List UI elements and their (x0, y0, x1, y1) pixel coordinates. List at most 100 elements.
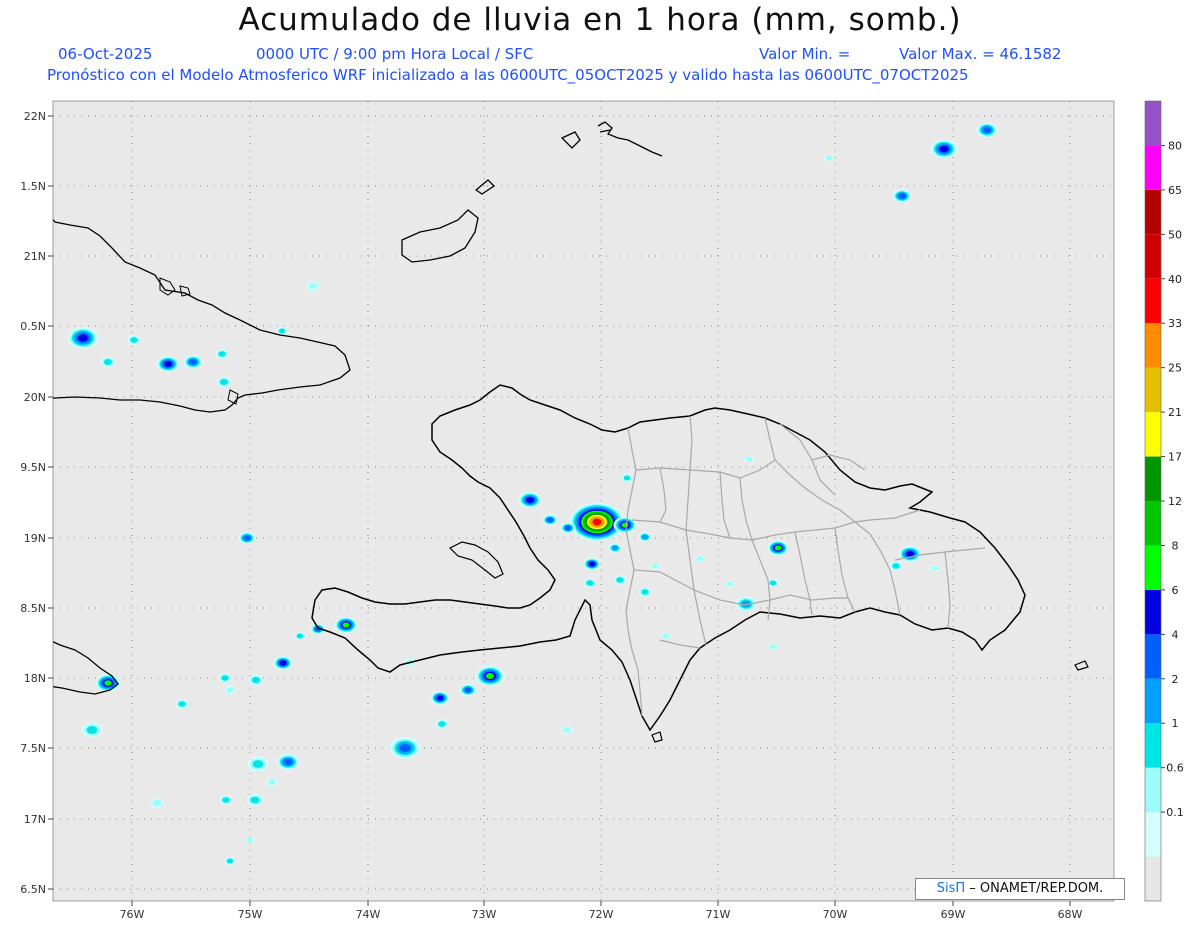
rain-cell (215, 349, 229, 359)
rain-cell (638, 532, 652, 542)
lat-label: 21N (24, 250, 46, 263)
lon-label: 76W (120, 908, 145, 921)
rain-cell (518, 491, 542, 509)
rain-cell (156, 355, 180, 373)
rain-cell (767, 540, 789, 556)
sispi-logo: SisΠ (936, 881, 966, 896)
rain-cell (248, 674, 264, 686)
lon-label: 71W (706, 908, 731, 921)
rain-cell (81, 722, 103, 738)
legend-label: 25 (1168, 362, 1182, 375)
rain-cell (389, 737, 421, 759)
lon-label: 68W (1058, 908, 1083, 921)
legend-label: 65 (1168, 184, 1182, 197)
lon-label: 72W (589, 908, 614, 921)
rain-cell (475, 665, 505, 687)
rain-cell (695, 555, 705, 563)
rain-cell (930, 564, 940, 572)
legend-swatch (1145, 412, 1161, 457)
legend-label: 17 (1168, 451, 1182, 464)
lat-label: 0.5N (20, 320, 46, 333)
rain-cell (216, 376, 232, 388)
credit-box: SisΠ – ONAMET/REP.DOM. (915, 878, 1125, 900)
rain-cell (542, 514, 558, 526)
lat-label: 17N (24, 813, 46, 826)
lat-label: 9.5N (20, 461, 46, 474)
legend-swatch (1145, 723, 1161, 768)
rain-cell (744, 455, 754, 463)
map-ocean (53, 101, 1114, 901)
rain-cell (613, 575, 627, 585)
lon-label: 75W (238, 908, 263, 921)
rain-cell (273, 656, 293, 670)
legend-swatch (1145, 145, 1161, 190)
legend-swatch (1145, 501, 1161, 546)
legend-swatch (1145, 456, 1161, 501)
rain-cell (430, 691, 450, 705)
lat-label: 1.5N (20, 180, 46, 193)
rain-cell (224, 857, 236, 865)
legend-swatch (1145, 812, 1161, 857)
legend-swatch (1145, 767, 1161, 813)
rain-cell (898, 545, 922, 563)
lat-label: 19N (24, 532, 46, 545)
legend-swatch (1145, 856, 1161, 901)
rain-cell (224, 686, 236, 694)
rain-cell (67, 327, 99, 349)
rain-cell (175, 699, 189, 709)
rain-cell (238, 531, 256, 545)
legend-label: 8 (1172, 539, 1179, 552)
legend-label: 40 (1168, 273, 1182, 286)
legend-label: 0.1 (1166, 806, 1184, 819)
lat-label: 20N (24, 391, 46, 404)
legend-swatch (1145, 234, 1161, 279)
legend-label: 2 (1172, 673, 1179, 686)
rain-cell (725, 580, 735, 588)
lon-label: 73W (472, 908, 497, 921)
lat-label: 7.5N (20, 742, 46, 755)
rain-cell (583, 557, 601, 571)
rain-cell (294, 632, 306, 640)
rain-cell (247, 756, 269, 772)
legend-swatch (1145, 278, 1161, 324)
rain-cell (613, 516, 637, 534)
legend-label: 4 (1172, 628, 1179, 641)
rain-cell (306, 281, 320, 291)
legend-swatch (1145, 545, 1161, 590)
legend-label: 21 (1168, 406, 1182, 419)
lat-label: 8.5N (20, 602, 46, 615)
rain-cell (621, 474, 633, 482)
rain-cell (583, 578, 597, 588)
rain-cell (218, 673, 232, 683)
rain-cell (892, 189, 912, 203)
rain-cell (435, 719, 449, 729)
rain-cell (276, 327, 288, 335)
rain-cell (638, 587, 652, 597)
rain-cell (930, 139, 958, 159)
legend-swatch (1145, 323, 1161, 368)
rain-cell (245, 836, 255, 844)
legend-label: 12 (1168, 495, 1182, 508)
rain-cell (650, 562, 660, 570)
legend-swatch (1145, 367, 1161, 413)
rain-cell (219, 795, 233, 805)
legend-swatch (1145, 634, 1161, 679)
rain-cell (150, 798, 164, 808)
lon-label: 70W (823, 908, 848, 921)
rain-cell (266, 778, 278, 786)
lat-label: 18N (24, 672, 46, 685)
rain-cell (459, 683, 477, 697)
rain-cell (976, 122, 998, 138)
rain-cell (608, 543, 622, 553)
rainfall-map: 76W 75W 74W 73W 72W 71W 70W 69W 68W 22N 1.5N 21N 0.5… (20, 100, 1184, 921)
legend-swatch (1145, 589, 1161, 635)
rain-cell (560, 522, 576, 534)
rain-cell (561, 726, 573, 734)
rain-cell (661, 632, 671, 640)
lon-label: 74W (356, 908, 381, 921)
lat-label: 6.5N (20, 883, 46, 896)
legend-label: 33 (1168, 317, 1182, 330)
legend-swatch (1145, 101, 1161, 146)
lat-label: 22N (24, 110, 46, 123)
legend-label: 0.6 (1166, 762, 1184, 775)
